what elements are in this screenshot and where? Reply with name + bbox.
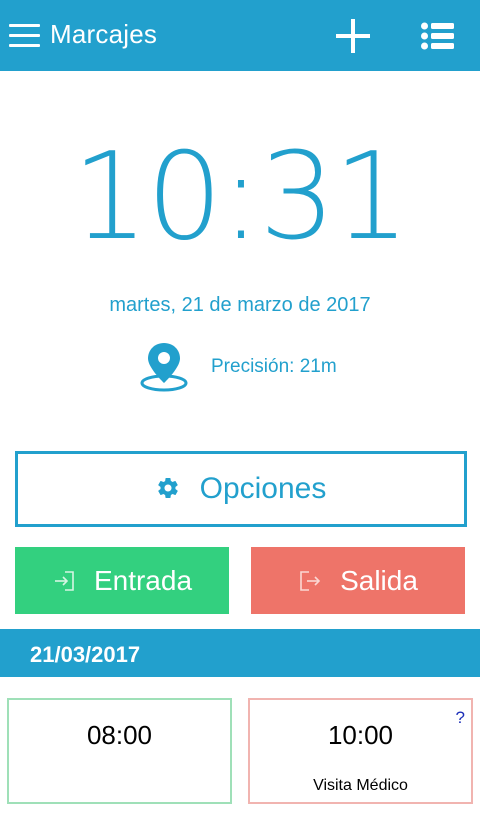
sign-in-icon	[54, 570, 74, 591]
sign-out-icon	[300, 570, 321, 591]
entry-time: 08:00	[86, 720, 153, 750]
salida-button[interactable]: Salida	[251, 547, 465, 614]
entrada-button[interactable]: Entrada	[15, 547, 229, 614]
entrada-label: Entrada	[93, 564, 193, 596]
clock-date: martes, 21 de marzo de 2017	[109, 294, 371, 316]
add-icon[interactable]	[336, 19, 370, 53]
entry-note: Visita Médico	[313, 777, 408, 794]
entry-time: 10:00	[327, 720, 394, 750]
gear-icon	[157, 478, 178, 499]
location-pin-icon	[140, 343, 188, 392]
entry-card-entrada[interactable]: 08:00	[7, 698, 232, 804]
app-bar: Marcajes	[0, 0, 480, 71]
day-header: 21/03/2017	[0, 629, 480, 677]
app-title: Marcajes	[50, 19, 158, 49]
options-label: Opciones	[199, 472, 327, 505]
options-button[interactable]: Opciones	[15, 451, 467, 527]
list-icon[interactable]	[421, 22, 454, 50]
entry-card-salida[interactable]: ? 10:00 Visita Médico	[248, 698, 473, 804]
menu-icon[interactable]	[9, 24, 40, 48]
gps-precision: Precisión: 21m	[211, 356, 337, 377]
day-date: 21/03/2017	[30, 642, 141, 667]
clock-time: 10:31	[72, 128, 410, 267]
salida-label: Salida	[340, 564, 418, 596]
